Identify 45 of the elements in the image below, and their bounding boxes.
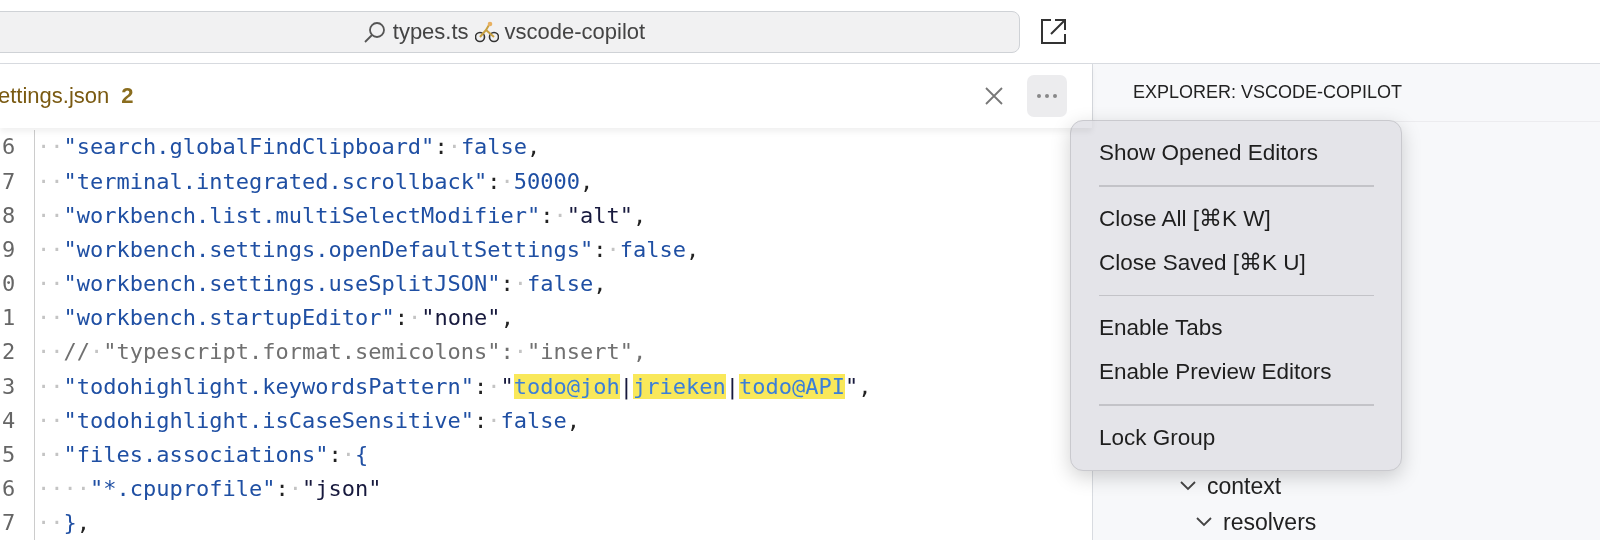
menu-item[interactable]: Enable Tabs [1071,306,1401,350]
menu-item[interactable]: Enable Preview Editors [1071,350,1401,394]
line-number: 7 [0,163,35,199]
code-line: ··"todohighlight.keywordsPattern":·"todo@joh|jrieken|todo@API", [36,373,872,399]
line-number: 3 [0,369,35,404]
line-number: 5 [0,437,35,472]
menu-item[interactable]: Close All [⌘K W] [1071,196,1401,241]
workspace-name: vscode-copilot [504,18,646,45]
line-number: 9 [0,232,35,267]
open-in-window-icon[interactable] [1038,16,1068,47]
menu-item[interactable]: Lock Group [1071,415,1401,460]
line-number: 2 [0,334,35,370]
search-icon [362,19,387,44]
code-line: ··"todohighlight.isCaseSensitive":·false, [36,407,581,433]
code-line: ··"workbench.startupEditor":·"none", [36,305,514,331]
line-number: 7 [0,505,35,540]
line-number: 0 [0,266,35,301]
code-line: ··"workbench.settings.useSplitJSON":·false, [36,271,607,297]
more-actions-button[interactable] [1027,74,1067,117]
tree-item-label: context [1207,472,1282,500]
code-line: ··"search.globalFindClipboard":·false, [36,134,541,160]
tree-item[interactable]: context [1093,468,1600,504]
line-number: 4 [0,403,35,438]
problem-count: 2 [121,82,134,109]
ellipsis-icon [1036,92,1058,99]
code-line: ··"workbench.settings.openDefaultSettings":·false, [36,236,700,262]
close-icon[interactable] [983,84,1005,107]
line-number: 6 [0,471,35,506]
code-line: ··"files.associations":·{ [36,442,369,468]
menu-item[interactable]: Show Opened Editors [1071,131,1401,175]
code-line: ····"*.cpuprofile":·"json" [36,476,382,502]
file-name: types.ts [392,18,469,45]
code-line: ··//·"typescript.format.semicolons":·"insert", [36,339,647,365]
explorer-title: EXPLORER: VSCODE-COPILOT [1133,82,1403,103]
code-line: ··"terminal.integrated.scrollback":·50000, [36,168,594,194]
tree-item-label: resolvers [1223,508,1317,536]
command-center[interactable]: types.ts vscode-copilot [0,10,1020,53]
line-number: 1 [0,300,35,335]
code-line: ··}, [36,510,90,536]
menu-item[interactable]: Close Saved [⌘K U] [1071,240,1401,285]
line-number: 8 [0,198,35,233]
line-number: 6 [0,129,35,164]
code-line: ··"workbench.list.multiSelectModifier":·"alt", [36,202,647,228]
cyclist-icon [474,20,499,43]
tree-item[interactable]: resolvers [1093,504,1600,540]
